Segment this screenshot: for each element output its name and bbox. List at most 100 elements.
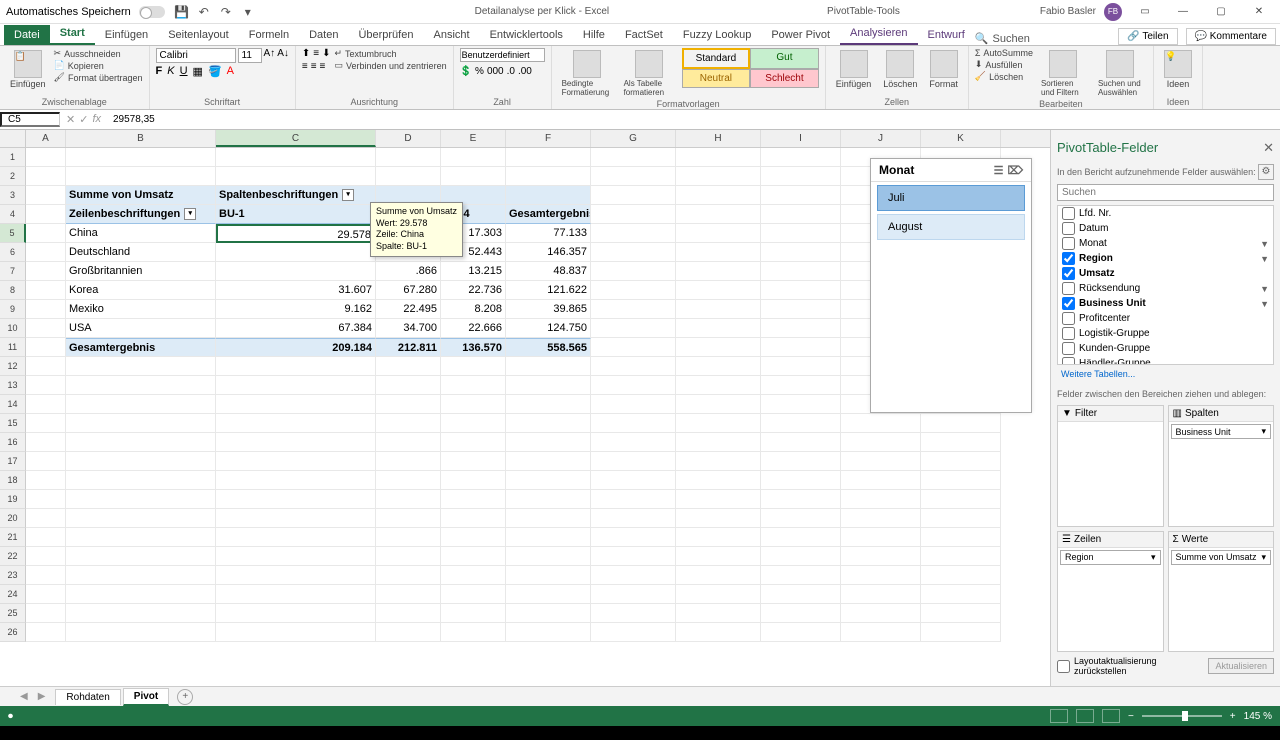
tab-powerpivot[interactable]: Power Pivot: [761, 25, 840, 45]
select-all-corner[interactable]: [0, 130, 26, 147]
align-left-icon[interactable]: ≡: [302, 61, 308, 72]
share-button[interactable]: 🔗 Teilen: [1118, 28, 1177, 45]
tab-seitenlayout[interactable]: Seitenlayout: [158, 25, 239, 45]
pill-business-unit[interactable]: Business Unit▾: [1171, 424, 1272, 439]
format-painter-button[interactable]: 🖌 Format übertragen: [54, 72, 143, 83]
field-checkbox[interactable]: [1062, 267, 1075, 280]
tab-fuzzy[interactable]: Fuzzy Lookup: [673, 25, 761, 45]
ideas-button[interactable]: 💡Ideen: [1160, 48, 1196, 91]
more-tables-link[interactable]: Weitere Tabellen...: [1057, 365, 1274, 383]
row-header-21[interactable]: 21: [0, 528, 26, 547]
row-header-26[interactable]: 26: [0, 623, 26, 642]
format-cells-button[interactable]: Format: [925, 48, 962, 91]
col-header-C[interactable]: C: [216, 130, 376, 147]
column-filter-icon[interactable]: ▾: [342, 189, 354, 201]
tab-daten[interactable]: Daten: [299, 25, 348, 45]
row-header-20[interactable]: 20: [0, 509, 26, 528]
align-top-icon[interactable]: ⬆: [302, 48, 310, 59]
style-standard[interactable]: Standard: [682, 48, 751, 69]
tab-ueberpruefen[interactable]: Überprüfen: [348, 25, 423, 45]
minimize-icon[interactable]: —: [1168, 3, 1198, 21]
sheet-tab-rohdaten[interactable]: Rohdaten: [55, 689, 120, 705]
slicer-item-juli[interactable]: Juli: [877, 185, 1025, 211]
undo-icon[interactable]: ↶: [195, 3, 213, 21]
style-gut[interactable]: Gut: [750, 48, 819, 69]
update-button[interactable]: Aktualisieren: [1208, 658, 1274, 674]
insert-cells-button[interactable]: Einfügen: [832, 48, 876, 91]
slicer-item-august[interactable]: August: [877, 214, 1025, 240]
row-header-14[interactable]: 14: [0, 395, 26, 414]
clear-filter-icon[interactable]: ⌦: [1007, 164, 1023, 177]
defer-layout-checkbox[interactable]: [1057, 660, 1070, 673]
row-header-18[interactable]: 18: [0, 471, 26, 490]
row-header-13[interactable]: 13: [0, 376, 26, 395]
row-header-9[interactable]: 9: [0, 300, 26, 319]
rows-area[interactable]: ☰Zeilen Region▾: [1057, 531, 1164, 653]
style-neutral[interactable]: Neutral: [682, 69, 751, 88]
comma-icon[interactable]: 000: [487, 66, 504, 77]
field-checkbox[interactable]: [1062, 222, 1075, 235]
row-header-5[interactable]: 5: [0, 224, 26, 243]
align-mid-icon[interactable]: ≡: [313, 48, 319, 59]
save-icon[interactable]: 💾: [173, 3, 191, 21]
field-item[interactable]: Kunden-Gruppe: [1058, 341, 1273, 356]
filter-area[interactable]: ▼Filter: [1057, 405, 1164, 527]
columns-area[interactable]: ▥Spalten Business Unit▾: [1168, 405, 1275, 527]
spreadsheet-grid[interactable]: ABCDEFGHIJK 1234567891011121314151617181…: [0, 130, 1050, 686]
row-header-25[interactable]: 25: [0, 604, 26, 623]
maximize-icon[interactable]: ▢: [1206, 3, 1236, 21]
close-panel-icon[interactable]: ✕: [1263, 140, 1274, 156]
row-header-17[interactable]: 17: [0, 452, 26, 471]
paste-button[interactable]: 📋Einfügen: [6, 48, 50, 91]
row-header-10[interactable]: 10: [0, 319, 26, 338]
tab-einfuegen[interactable]: Einfügen: [95, 25, 158, 45]
row-header-24[interactable]: 24: [0, 585, 26, 604]
row-header-19[interactable]: 19: [0, 490, 26, 509]
values-area[interactable]: ΣWerte Summe von Umsatz▾: [1168, 531, 1275, 653]
row-header-8[interactable]: 8: [0, 281, 26, 300]
normal-view-icon[interactable]: [1050, 709, 1068, 723]
user-avatar[interactable]: FB: [1104, 3, 1122, 21]
italic-icon[interactable]: K: [167, 65, 174, 78]
field-item[interactable]: Umsatz: [1058, 266, 1273, 281]
col-header-E[interactable]: E: [441, 130, 506, 147]
cut-button[interactable]: ✂ Ausschneiden: [54, 48, 143, 59]
row-header-2[interactable]: 2: [0, 167, 26, 186]
col-header-K[interactable]: K: [921, 130, 1001, 147]
field-item[interactable]: Profitcenter: [1058, 311, 1273, 326]
table-format-button[interactable]: Als Tabelle formatieren: [620, 48, 678, 99]
col-header-D[interactable]: D: [376, 130, 441, 147]
sheet-tab-pivot[interactable]: Pivot: [123, 688, 169, 706]
field-filter-icon[interactable]: ▼: [1260, 284, 1269, 294]
delete-cells-button[interactable]: Löschen: [879, 48, 921, 91]
col-header-B[interactable]: B: [66, 130, 216, 147]
field-checkbox[interactable]: [1062, 342, 1075, 355]
sheet-nav-next-icon[interactable]: ▶: [38, 691, 46, 702]
row-header-7[interactable]: 7: [0, 262, 26, 281]
row-header-1[interactable]: 1: [0, 148, 26, 167]
close-icon[interactable]: ✕: [1244, 3, 1274, 21]
row-header-15[interactable]: 15: [0, 414, 26, 433]
field-list[interactable]: Lfd. Nr.DatumMonat▼Region▼UmsatzRücksend…: [1057, 205, 1274, 365]
row-filter-icon[interactable]: ▾: [184, 208, 196, 220]
row-header-6[interactable]: 6: [0, 243, 26, 262]
tab-ansicht[interactable]: Ansicht: [423, 25, 479, 45]
inc-dec-icon[interactable]: .0: [507, 66, 515, 77]
increase-font-icon[interactable]: A↑: [264, 48, 276, 63]
field-item[interactable]: Region▼: [1058, 251, 1273, 266]
fill-color-icon[interactable]: 🪣: [208, 65, 222, 78]
month-slicer[interactable]: Monat ☰⌦ Juli August: [870, 158, 1032, 413]
sort-filter-button[interactable]: Sortieren und Filtern: [1037, 48, 1090, 99]
field-filter-icon[interactable]: ▼: [1260, 299, 1269, 309]
field-checkbox[interactable]: [1062, 237, 1075, 250]
sheet-nav-prev-icon[interactable]: ◀: [20, 691, 28, 702]
underline-icon[interactable]: U: [180, 65, 188, 78]
redo-icon[interactable]: ↷: [217, 3, 235, 21]
fill-button[interactable]: ⬇ Ausfüllen: [975, 59, 1033, 70]
multiselect-icon[interactable]: ☰: [994, 164, 1004, 177]
row-header-11[interactable]: 11: [0, 338, 26, 357]
wrap-text-button[interactable]: ↵ Textumbruch: [334, 48, 446, 59]
add-sheet-icon[interactable]: +: [177, 689, 193, 705]
tab-formeln[interactable]: Formeln: [239, 25, 299, 45]
number-format-select[interactable]: [460, 48, 545, 62]
